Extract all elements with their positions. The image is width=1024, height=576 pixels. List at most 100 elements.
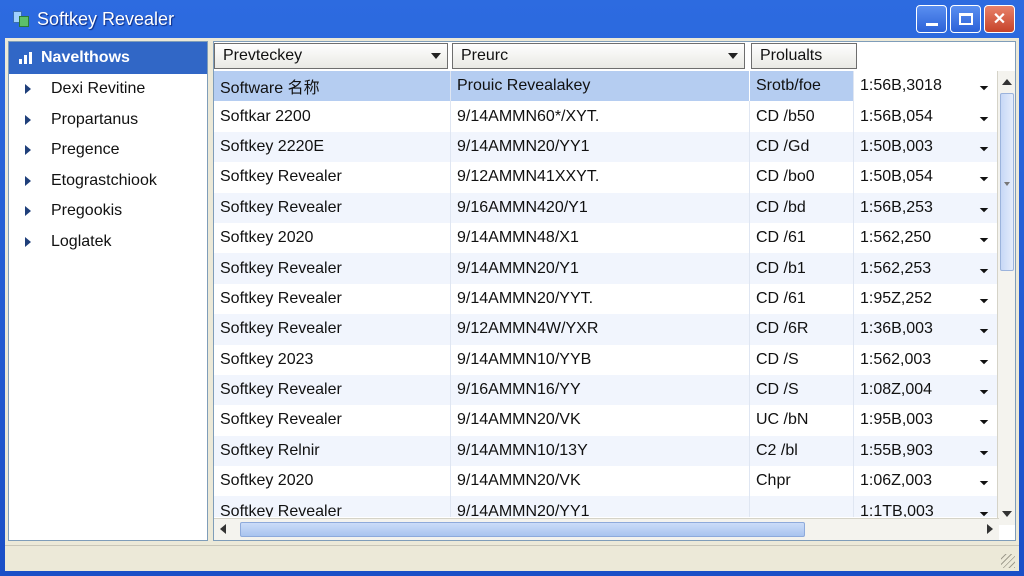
row-menu-arrow-icon[interactable] [979, 233, 989, 243]
cell-size: 1:1TB,003 [853, 496, 999, 517]
cell-key: 9/14AMMN20/VK [450, 405, 749, 436]
minimize-button[interactable] [916, 5, 947, 33]
horizontal-scrollbar[interactable] [214, 518, 999, 540]
cell-key: 9/16AMMN16/YY [450, 374, 749, 406]
cell-product: CD /b1 [749, 253, 853, 284]
app-window: Softkey Revealer ✕ Navelthows Dexi Revit… [0, 0, 1024, 576]
table-row[interactable]: Softkar 2200 9/14AMMN60*/XYT. CD /b50 1:56B… [214, 101, 999, 132]
cell-key: 9/14AMMN20/YYT. [450, 283, 749, 315]
column-header-label: Preurc [461, 47, 509, 64]
cell-size-value: 1:562,003 [860, 350, 932, 368]
scroll-up-button[interactable] [999, 73, 1015, 91]
expand-arrow-icon[interactable] [25, 236, 31, 247]
row-menu-arrow-icon[interactable] [979, 477, 989, 486]
table-row[interactable]: Softkey 2023 9/14AMMN10/YYB CD /S 1:562,003 [214, 344, 999, 375]
cell-name: Softkey Relnir [220, 441, 320, 459]
table-row[interactable]: Softkey Revealer 9/14AMMN20/VK UC /bN 1:95B… [214, 405, 999, 436]
row-menu-arrow-icon[interactable] [979, 416, 989, 425]
table-row[interactable]: Softkey Revealer 9/12AMMN4W/YXR CD /6R 1:36… [214, 314, 999, 345]
nav-item[interactable]: Etograstchiook [9, 166, 207, 197]
scroll-right-icon[interactable] [987, 524, 993, 534]
nav-item[interactable]: Loglatek [9, 227, 207, 258]
cell-size-value: 1:36B,003 [860, 320, 933, 338]
row-menu-arrow-icon[interactable] [979, 385, 989, 395]
cell-product: Srotb/foe [749, 71, 853, 102]
horizontal-scroll-thumb[interactable] [240, 522, 805, 537]
cell-name: Softkey 2020 [220, 472, 314, 490]
row-menu-arrow-icon[interactable] [979, 446, 989, 456]
cell-product: CD /61 [749, 283, 853, 315]
column-header-label: Prolualts [760, 47, 823, 64]
cell-size: 1:55B,903 [853, 435, 999, 467]
column-header-3[interactable]: Prolualts [751, 43, 857, 69]
expand-arrow-icon[interactable] [25, 145, 31, 156]
table-row[interactable]: Softkey 2020 9/14AMMN48/X1 CD /61 1:562,250 [214, 222, 999, 254]
table-row[interactable]: Softkey 2020 9/14AMMN20/VK Chpr 1:06Z,003 [214, 466, 999, 497]
expand-arrow-icon[interactable] [25, 114, 31, 125]
table-row[interactable]: Softkey 2220E 9/14AMMN20/YY1 CD /Gd 1:50B,0… [214, 131, 999, 163]
cell-name: Softkey 2020 [220, 229, 314, 247]
cell-product: Chpr [749, 466, 853, 497]
maximize-button[interactable] [950, 5, 981, 33]
cell-key: 9/14AMMN10/YYB [450, 344, 749, 375]
column-header-2[interactable]: Preurc [452, 43, 745, 69]
row-menu-arrow-icon[interactable] [979, 355, 989, 364]
expand-arrow-icon[interactable] [25, 84, 31, 95]
close-button[interactable]: ✕ [984, 5, 1015, 33]
resize-grip-icon[interactable] [1001, 554, 1015, 568]
nav-item-label: Propartanus [51, 110, 139, 128]
cell-size-value: 1:50B,003 [860, 137, 933, 155]
cell-name: Softkey Revealer [220, 168, 342, 186]
cell-product: C2 /bl [749, 435, 853, 467]
nav-item[interactable]: Pregence [9, 135, 207, 166]
row-menu-arrow-icon[interactable] [979, 142, 989, 152]
expand-arrow-icon[interactable] [25, 206, 31, 217]
row-menu-arrow-icon[interactable] [979, 112, 989, 121]
nav-item[interactable]: Dexi Revitine [9, 74, 207, 105]
table-row[interactable]: Softkey Revealer 9/14AMMN20/Y1 CD /b1 1:562… [214, 253, 999, 284]
nav-item-label: Pregence [51, 141, 120, 159]
title-bar[interactable]: Softkey Revealer ✕ [5, 0, 1019, 38]
arrow-up-icon [1002, 79, 1012, 85]
nav-header[interactable]: Navelthows [9, 42, 207, 74]
scroll-left-icon[interactable] [220, 524, 226, 534]
navigation-panel: Navelthows Dexi Revitine Propartanus Prege… [8, 41, 208, 541]
row-menu-arrow-icon[interactable] [979, 325, 989, 334]
table-row[interactable]: Softkey Revealer 9/12AMMN41XXYT. CD /bo0 1:… [214, 162, 999, 193]
cell-product: CD /6R [749, 314, 853, 345]
dropdown-arrow-icon[interactable] [728, 53, 738, 59]
row-menu-arrow-icon[interactable] [979, 173, 989, 182]
row-menu-arrow-icon[interactable] [979, 81, 989, 91]
dropdown-arrow-icon[interactable] [431, 53, 441, 59]
cell-key: 9/12AMMN4W/YXR [450, 314, 749, 345]
nav-item[interactable]: Propartanus [9, 105, 207, 136]
table-row[interactable]: Softkey Revealer 9/16AMMN420/Y1 CD /bd 1:56… [214, 192, 999, 223]
row-menu-arrow-icon[interactable] [979, 203, 989, 212]
cell-size-value: 1:50B,054 [860, 168, 933, 186]
table-row[interactable]: Softkey Revealer 9/14AMMN20/YYT. CD /61 1:9… [214, 283, 999, 315]
cell-size: 1:36B,003 [853, 314, 999, 345]
nav-item[interactable]: Pregookis [9, 196, 207, 227]
row-menu-arrow-icon[interactable] [979, 294, 989, 304]
scroll-down-button[interactable] [999, 505, 1015, 523]
cell-product: CD /b50 [749, 101, 853, 132]
cell-size-value: 1:56B,054 [860, 107, 933, 125]
cell-key: 9/14AMMN10/13Y [450, 435, 749, 467]
column-header-1[interactable]: Prevteckey [214, 43, 448, 69]
cell-key: 9/14AMMN20/Y1 [450, 253, 749, 284]
table-row[interactable]: Softkey Relnir 9/14AMMN10/13Y C2 /bl 1:55B,… [214, 435, 999, 467]
expand-arrow-icon[interactable] [25, 175, 31, 186]
vertical-scrollbar[interactable] [997, 71, 1015, 525]
cell-key: 9/14AMMN20/YY1 [450, 131, 749, 163]
cell-size-value: 1:56B,3018 [860, 77, 942, 95]
row-menu-arrow-icon[interactable] [979, 507, 989, 516]
cell-size: 1:56B,253 [853, 192, 999, 223]
client-area: Navelthows Dexi Revitine Propartanus Prege… [5, 38, 1019, 571]
table-row[interactable]: Softkey Revealer 9/16AMMN16/YY CD /S 1:08Z,… [214, 374, 999, 406]
table-row[interactable]: Software 名称 Prouic Revealakey Srotb/foe 1:5… [214, 71, 999, 102]
cell-size-value: 1:95B,003 [860, 411, 933, 429]
cell-size-value: 1:08Z,004 [860, 381, 933, 399]
row-menu-arrow-icon[interactable] [979, 264, 989, 273]
table-row[interactable]: Softkey Revealer 9/14AMMN20/YY1 1:1TB,003 [214, 496, 999, 517]
cell-product: CD /61 [749, 222, 853, 254]
